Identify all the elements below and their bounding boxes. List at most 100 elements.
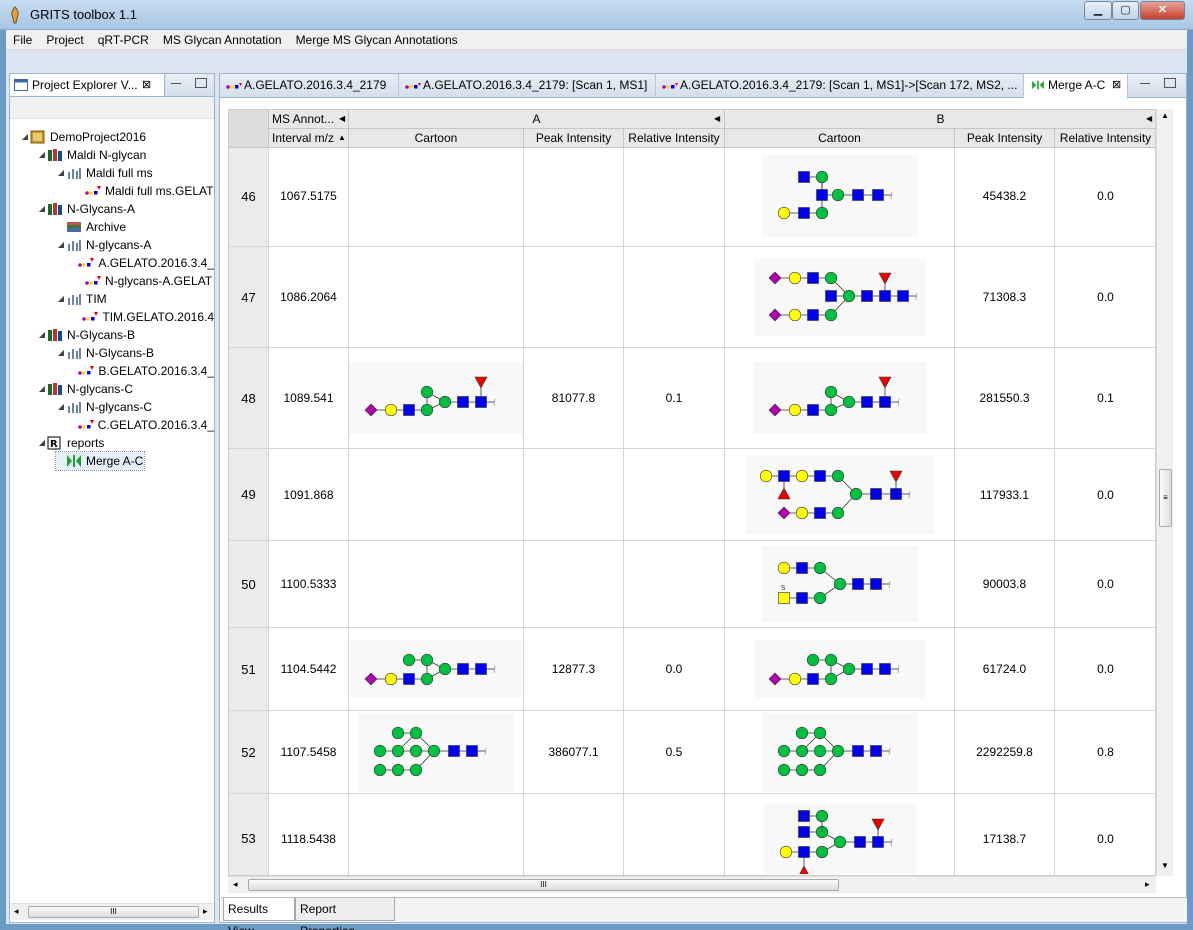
row-number[interactable]: 52	[229, 711, 269, 794]
table-horizontal-scrollbar[interactable]: ◂ III ▸	[228, 876, 1156, 893]
column-header-a-relative[interactable]: Relative Intensity	[624, 129, 725, 148]
tree-item[interactable]: C.GELATO.2016.3.4_	[75, 416, 214, 434]
menu-qrt-pcr[interactable]: qRT-PCR	[91, 30, 156, 50]
ms-data-icon	[66, 346, 82, 360]
tree-expand-arrow-icon[interactable]: ◢	[37, 434, 47, 452]
column-header-b-cartoon[interactable]: Cartoon	[725, 129, 955, 148]
tree-expand-arrow-icon[interactable]: ◢	[37, 200, 47, 218]
row-number[interactable]: 49	[229, 449, 269, 541]
group-header-b[interactable]: B ◀	[725, 110, 1155, 129]
close-explorer-tab-icon[interactable]: ⊠	[142, 74, 151, 96]
minimize-view-icon[interactable]	[171, 83, 181, 85]
table-vscroll-thumb[interactable]: ≡	[1159, 469, 1172, 527]
column-header-a-cartoon[interactable]: Cartoon	[349, 129, 524, 148]
row-number[interactable]: 51	[229, 628, 269, 711]
close-window-button[interactable]: ✕	[1140, 1, 1185, 20]
scroll-right-icon[interactable]: ▸	[1145, 879, 1150, 890]
b-cartoon-cell	[725, 348, 955, 449]
maximize-editor-icon[interactable]	[1164, 78, 1176, 88]
row-number[interactable]: 53	[229, 794, 269, 875]
tree-expand-arrow-icon[interactable]: ◢	[56, 398, 66, 416]
tree-expand-arrow-icon[interactable]: ◢	[56, 344, 66, 362]
tree-item[interactable]: Merge A-C	[55, 451, 145, 471]
tab-project-explorer[interactable]: Project Explorer V... ⊠	[10, 74, 165, 96]
collapse-arrow-icon[interactable]: ◀	[339, 110, 345, 128]
tree-item[interactable]: ◢ Maldi full ms	[56, 164, 214, 182]
tab-results-view[interactable]: Results View	[223, 898, 295, 930]
tree-item[interactable]: ◢ Maldi N-glycan	[37, 146, 214, 164]
column-header-a-peak[interactable]: Peak Intensity	[524, 129, 624, 148]
maximize-view-icon[interactable]	[195, 78, 207, 88]
tree-expand-arrow-icon[interactable]: ◢	[20, 128, 30, 146]
close-merge-tab-icon[interactable]: ⊠	[1112, 74, 1121, 97]
scroll-up-icon[interactable]: ▲	[1161, 111, 1169, 120]
tree-item[interactable]: Maldi full ms.GELAT	[75, 182, 214, 200]
tree-item[interactable]: ◢ Rreports	[37, 434, 214, 452]
a-cartoon-cell	[349, 628, 524, 711]
tab-report-properties[interactable]: Report Properties	[295, 898, 395, 930]
row-number[interactable]: 50	[229, 541, 269, 628]
tab-a-gelato-scan172-label: A.GELATO.2016.3.4_2179: [Scan 1, MS1]->[…	[680, 78, 1018, 92]
collapse-arrow-icon[interactable]: ◀	[714, 110, 720, 128]
table-hscroll-thumb[interactable]: III	[248, 879, 839, 891]
tree-item[interactable]: Archive	[56, 218, 214, 236]
maximize-window-button[interactable]: ▢	[1112, 1, 1139, 20]
tab-a-gelato[interactable]: A.GELATO.2016.3.4_2179	[220, 74, 399, 98]
table-vertical-scrollbar[interactable]: ▲ ≡ ▼	[1156, 109, 1173, 876]
column-header-interval-mz[interactable]: Interval m/z ▲	[269, 129, 349, 148]
b-peak-intensity-cell: 45438.2	[955, 148, 1055, 247]
tree-item[interactable]: N-glycans-A.GELAT	[75, 272, 214, 290]
row-number[interactable]: 47	[229, 247, 269, 348]
ms-data-icon	[66, 238, 82, 252]
menu-project[interactable]: Project	[39, 30, 90, 50]
tab-merge-a-c[interactable]: Merge A-C ⊠	[1024, 74, 1128, 99]
menu-merge-ms-glycan-annotations[interactable]: Merge MS Glycan Annotations	[289, 30, 465, 50]
minimize-window-button[interactable]: ▁	[1084, 1, 1112, 20]
tree-expand-arrow-icon[interactable]: ◢	[37, 326, 47, 344]
scroll-left-icon[interactable]: ◂	[14, 906, 19, 917]
b-peak-intensity-cell-text: 17138.7	[982, 831, 1027, 846]
tree-expand-arrow-icon[interactable]: ◢	[56, 290, 66, 308]
scroll-right-icon[interactable]: ▸	[203, 906, 208, 917]
menu-file[interactable]: File	[6, 30, 39, 50]
title-bar: GRITS toolbox 1.1 ▁ ▢ ✕	[0, 0, 1193, 30]
tree-expand-arrow-icon[interactable]: ◢	[37, 146, 47, 164]
tree-item[interactable]: TIM.GELATO.2016.4	[75, 308, 214, 326]
b-peak-intensity-cell: 71308.3	[955, 247, 1055, 348]
group-header-ms-label: MS Annot...	[272, 112, 335, 126]
tree-item[interactable]: ◢ N-Glycans-B	[37, 326, 214, 344]
tree-item[interactable]: B.GELATO.2016.3.4_	[75, 362, 214, 380]
row-number[interactable]: 46	[229, 148, 269, 247]
scroll-down-icon[interactable]: ▼	[1161, 861, 1169, 870]
menu-ms-glycan-annotation[interactable]: MS Glycan Annotation	[156, 30, 289, 50]
column-header-b-peak[interactable]: Peak Intensity	[955, 129, 1055, 148]
tree-item[interactable]: ◢ DemoProject2016	[20, 128, 214, 146]
tree-item[interactable]: ◢ N-glycans-A	[56, 236, 214, 254]
explorer-scroll-thumb[interactable]: III	[28, 906, 199, 918]
tree-item[interactable]: ◢ N-Glycans-B	[56, 344, 214, 362]
tree-expand-arrow-icon[interactable]: ◢	[56, 236, 66, 254]
b-peak-intensity-cell: 17138.7	[955, 794, 1055, 875]
tree-item[interactable]: ◢ N-Glycans-A	[37, 200, 214, 218]
collapse-arrow-icon[interactable]: ◀	[1146, 110, 1152, 128]
tab-a-gelato-scan172[interactable]: A.GELATO.2016.3.4_2179: [Scan 1, MS1]->[…	[656, 74, 1024, 98]
a-cartoon-cell	[349, 794, 524, 875]
a-peak-intensity-cell	[524, 449, 624, 541]
column-header-b-relative[interactable]: Relative Intensity	[1055, 129, 1155, 148]
minimize-editor-icon[interactable]	[1140, 83, 1150, 85]
interval-mz-cell-text: 1118.5438	[281, 831, 336, 846]
group-header-a[interactable]: A ◀	[349, 110, 725, 129]
tree-item[interactable]: A.GELATO.2016.3.4_	[75, 254, 214, 272]
tree-item[interactable]: ◢ N-glycans-C	[37, 380, 214, 398]
tree-item[interactable]: ◢ N-glycans-C	[56, 398, 214, 416]
tab-a-gelato-scan1[interactable]: A.GELATO.2016.3.4_2179: [Scan 1, MS1]	[399, 74, 656, 98]
explorer-horizontal-scrollbar[interactable]: ◂ III ▸	[11, 903, 213, 920]
sort-ascending-icon[interactable]: ▲	[338, 129, 346, 147]
row-number[interactable]: 48	[229, 348, 269, 449]
tree-expand-arrow-icon[interactable]: ◢	[37, 380, 47, 398]
scroll-left-icon[interactable]: ◂	[233, 879, 238, 890]
a-relative-intensity-cell	[624, 794, 725, 875]
tree-expand-arrow-icon[interactable]: ◢	[56, 164, 66, 182]
group-header-ms-annot[interactable]: MS Annot... ◀	[269, 110, 349, 129]
tree-item[interactable]: ◢ TIM	[56, 290, 214, 308]
